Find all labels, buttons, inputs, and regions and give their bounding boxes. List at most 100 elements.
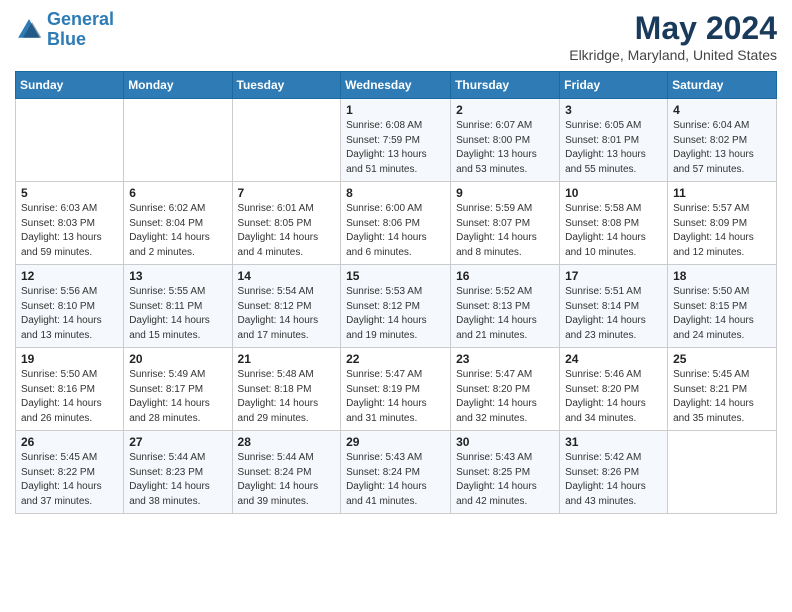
day-number: 17 xyxy=(565,269,662,283)
calendar-day-cell: 17 Sunrise: 5:51 AMSunset: 8:14 PMDayligh… xyxy=(560,265,668,348)
day-info: Sunrise: 5:57 AMSunset: 8:09 PMDaylight:… xyxy=(673,202,771,260)
day-info: Sunrise: 5:43 AMSunset: 8:25 PMDaylight:… xyxy=(456,451,554,509)
logo-line1: General xyxy=(47,9,114,29)
day-info: Sunrise: 5:43 AMSunset: 8:24 PMDaylight:… xyxy=(346,451,445,509)
day-number: 31 xyxy=(565,435,662,449)
calendar-day-cell: 10Sunrise: 5:58 AMSunset: 8:08 PMDayligh… xyxy=(560,182,668,265)
calendar-day-cell xyxy=(124,99,232,182)
calendar-day-cell: 14 Sunrise: 5:54 AMSunset: 8:12 PMDayligh… xyxy=(232,265,341,348)
day-number: 12 xyxy=(21,269,118,283)
day-info: Sunrise: 5:59 AMSunset: 8:07 PMDaylight:… xyxy=(456,202,554,260)
calendar-day-cell: 18 Sunrise: 5:50 AMSunset: 8:15 PMDayligh… xyxy=(668,265,777,348)
day-number: 9 xyxy=(456,186,554,200)
day-number: 6 xyxy=(129,186,226,200)
calendar-day-cell: 24 Sunrise: 5:46 AMSunset: 8:20 PMDayligh… xyxy=(560,348,668,431)
day-info: Sunrise: 5:48 AMSunset: 8:18 PMDaylight:… xyxy=(238,368,336,426)
day-info: Sunrise: 5:45 AMSunset: 8:22 PMDaylight:… xyxy=(21,451,118,509)
day-number: 16 xyxy=(456,269,554,283)
day-number: 30 xyxy=(456,435,554,449)
calendar-day-cell: 8 Sunrise: 6:00 AMSunset: 8:06 PMDaylight… xyxy=(341,182,451,265)
calendar-day-cell: 16 Sunrise: 5:52 AMSunset: 8:13 PMDayligh… xyxy=(451,265,560,348)
day-number: 18 xyxy=(673,269,771,283)
calendar-day-cell: 9 Sunrise: 5:59 AMSunset: 8:07 PMDaylight… xyxy=(451,182,560,265)
day-number: 5 xyxy=(21,186,118,200)
calendar-day-cell: 7 Sunrise: 6:01 AMSunset: 8:05 PMDaylight… xyxy=(232,182,341,265)
day-number: 20 xyxy=(129,352,226,366)
month-title: May 2024 xyxy=(569,10,777,47)
calendar-week-row: 26 Sunrise: 5:45 AMSunset: 8:22 PMDayligh… xyxy=(16,431,777,514)
weekday-header: Friday xyxy=(560,72,668,99)
weekday-header: Saturday xyxy=(668,72,777,99)
day-number: 8 xyxy=(346,186,445,200)
day-info: Sunrise: 5:50 AMSunset: 8:15 PMDaylight:… xyxy=(673,285,771,343)
day-number: 27 xyxy=(129,435,226,449)
day-info: Sunrise: 5:44 AMSunset: 8:24 PMDaylight:… xyxy=(238,451,336,509)
calendar-day-cell: 13 Sunrise: 5:55 AMSunset: 8:11 PMDayligh… xyxy=(124,265,232,348)
calendar-day-cell: 21 Sunrise: 5:48 AMSunset: 8:18 PMDayligh… xyxy=(232,348,341,431)
day-info: Sunrise: 6:07 AMSunset: 8:00 PMDaylight:… xyxy=(456,119,554,177)
day-info: Sunrise: 5:49 AMSunset: 8:17 PMDaylight:… xyxy=(129,368,226,426)
weekday-header: Sunday xyxy=(16,72,124,99)
calendar-day-cell: 19 Sunrise: 5:50 AMSunset: 8:16 PMDayligh… xyxy=(16,348,124,431)
day-info: Sunrise: 5:50 AMSunset: 8:16 PMDaylight:… xyxy=(21,368,118,426)
day-info: Sunrise: 5:44 AMSunset: 8:23 PMDaylight:… xyxy=(129,451,226,509)
day-number: 11 xyxy=(673,186,771,200)
calendar-day-cell: 23Sunrise: 5:47 AMSunset: 8:20 PMDayligh… xyxy=(451,348,560,431)
calendar-day-cell xyxy=(668,431,777,514)
calendar-day-cell: 11 Sunrise: 5:57 AMSunset: 8:09 PMDayligh… xyxy=(668,182,777,265)
calendar-week-row: 1 Sunrise: 6:08 AMSunset: 7:59 PMDaylight… xyxy=(16,99,777,182)
calendar-day-cell: 28 Sunrise: 5:44 AMSunset: 8:24 PMDayligh… xyxy=(232,431,341,514)
calendar-table: SundayMondayTuesdayWednesdayThursdayFrid… xyxy=(15,71,777,514)
day-info: Sunrise: 5:55 AMSunset: 8:11 PMDaylight:… xyxy=(129,285,226,343)
day-number: 19 xyxy=(21,352,118,366)
day-number: 24 xyxy=(565,352,662,366)
day-number: 1 xyxy=(346,103,445,117)
calendar-day-cell: 29Sunrise: 5:43 AMSunset: 8:24 PMDayligh… xyxy=(341,431,451,514)
day-info: Sunrise: 6:08 AMSunset: 7:59 PMDaylight:… xyxy=(346,119,445,177)
calendar-day-cell: 31 Sunrise: 5:42 AMSunset: 8:26 PMDayligh… xyxy=(560,431,668,514)
day-info: Sunrise: 6:01 AMSunset: 8:05 PMDaylight:… xyxy=(238,202,336,260)
calendar-day-cell: 20 Sunrise: 5:49 AMSunset: 8:17 PMDayligh… xyxy=(124,348,232,431)
day-number: 28 xyxy=(238,435,336,449)
day-number: 13 xyxy=(129,269,226,283)
day-number: 15 xyxy=(346,269,445,283)
calendar-day-cell: 6 Sunrise: 6:02 AMSunset: 8:04 PMDaylight… xyxy=(124,182,232,265)
day-info: Sunrise: 6:00 AMSunset: 8:06 PMDaylight:… xyxy=(346,202,445,260)
calendar-day-cell: 5Sunrise: 6:03 AMSunset: 8:03 PMDaylight… xyxy=(16,182,124,265)
day-info: Sunrise: 5:51 AMSunset: 8:14 PMDaylight:… xyxy=(565,285,662,343)
day-number: 4 xyxy=(673,103,771,117)
day-info: Sunrise: 5:45 AMSunset: 8:21 PMDaylight:… xyxy=(673,368,771,426)
day-info: Sunrise: 5:42 AMSunset: 8:26 PMDaylight:… xyxy=(565,451,662,509)
day-number: 21 xyxy=(238,352,336,366)
weekday-header: Wednesday xyxy=(341,72,451,99)
day-number: 7 xyxy=(238,186,336,200)
calendar-day-cell: 15 Sunrise: 5:53 AMSunset: 8:12 PMDayligh… xyxy=(341,265,451,348)
day-info: Sunrise: 5:47 AMSunset: 8:19 PMDaylight:… xyxy=(346,368,445,426)
calendar-day-cell: 27 Sunrise: 5:44 AMSunset: 8:23 PMDayligh… xyxy=(124,431,232,514)
weekday-header: Thursday xyxy=(451,72,560,99)
day-info: Sunrise: 5:46 AMSunset: 8:20 PMDaylight:… xyxy=(565,368,662,426)
day-number: 14 xyxy=(238,269,336,283)
day-number: 22 xyxy=(346,352,445,366)
day-info: Sunrise: 6:02 AMSunset: 8:04 PMDaylight:… xyxy=(129,202,226,260)
day-info: Sunrise: 5:52 AMSunset: 8:13 PMDaylight:… xyxy=(456,285,554,343)
day-info: Sunrise: 5:54 AMSunset: 8:12 PMDaylight:… xyxy=(238,285,336,343)
calendar-day-cell: 22 Sunrise: 5:47 AMSunset: 8:19 PMDayligh… xyxy=(341,348,451,431)
day-info: Sunrise: 5:56 AMSunset: 8:10 PMDaylight:… xyxy=(21,285,118,343)
day-number: 3 xyxy=(565,103,662,117)
calendar-day-cell: 30 Sunrise: 5:43 AMSunset: 8:25 PMDayligh… xyxy=(451,431,560,514)
day-info: Sunrise: 5:53 AMSunset: 8:12 PMDaylight:… xyxy=(346,285,445,343)
day-info: Sunrise: 6:05 AMSunset: 8:01 PMDaylight:… xyxy=(565,119,662,177)
location: Elkridge, Maryland, United States xyxy=(569,47,777,63)
logo-icon xyxy=(15,16,43,44)
calendar-day-cell: 25Sunrise: 5:45 AMSunset: 8:21 PMDayligh… xyxy=(668,348,777,431)
day-number: 2 xyxy=(456,103,554,117)
day-info: Sunrise: 5:58 AMSunset: 8:08 PMDaylight:… xyxy=(565,202,662,260)
day-number: 26 xyxy=(21,435,118,449)
calendar-day-cell: 4Sunrise: 6:04 AMSunset: 8:02 PMDaylight… xyxy=(668,99,777,182)
calendar-day-cell: 26 Sunrise: 5:45 AMSunset: 8:22 PMDayligh… xyxy=(16,431,124,514)
logo-line2: Blue xyxy=(47,29,86,49)
calendar-day-cell: 2 Sunrise: 6:07 AMSunset: 8:00 PMDaylight… xyxy=(451,99,560,182)
weekday-header: Monday xyxy=(124,72,232,99)
weekday-header: Tuesday xyxy=(232,72,341,99)
